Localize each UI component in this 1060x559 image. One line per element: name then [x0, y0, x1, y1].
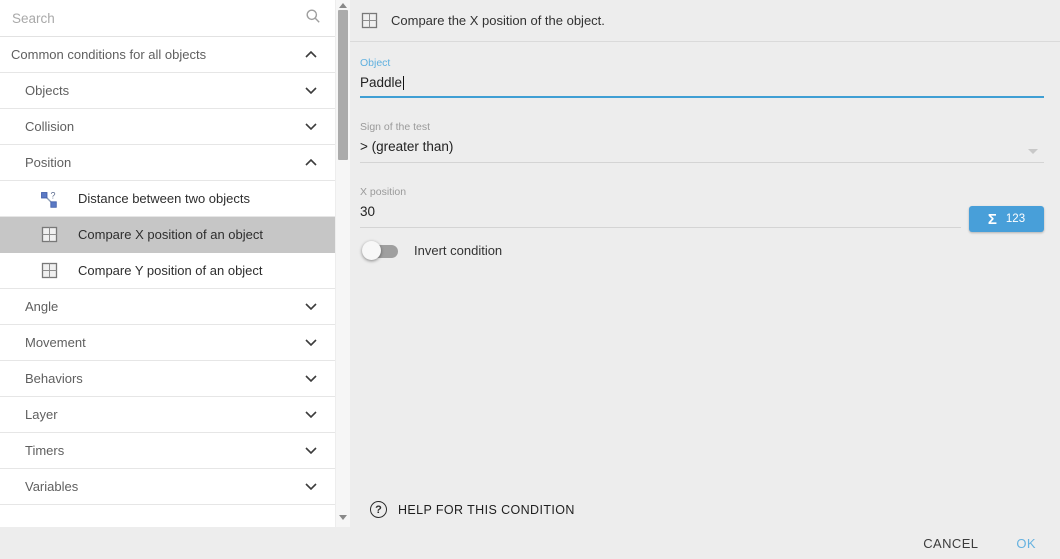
sidebar-item-label: Movement [25, 335, 86, 350]
expression-editor-button[interactable]: Σ 123 [969, 206, 1044, 232]
help-button[interactable]: ? HELP FOR THIS CONDITION [360, 501, 575, 518]
sidebar-item-label: Layer [25, 407, 58, 422]
sidebar-item-label: Angle [25, 299, 58, 314]
invert-condition-toggle[interactable] [362, 241, 400, 260]
distance-icon: ? [40, 190, 58, 208]
condition-editor-panel: Compare the X position of the object. Ob… [350, 0, 1060, 527]
x-position-input-value: 30 [360, 204, 375, 219]
chevron-up-icon [305, 51, 317, 58]
scrollbar-thumb[interactable] [338, 10, 348, 160]
ok-button[interactable]: OK [1016, 536, 1036, 551]
condition-form: Object Paddle Sign of the test > (greate… [350, 42, 1060, 527]
chevron-down-icon [305, 375, 317, 382]
text-cursor [403, 76, 404, 90]
sidebar-item-collision[interactable]: Collision [0, 109, 335, 145]
sign-select[interactable]: > (greater than) [360, 139, 1044, 163]
object-input-value: Paddle [360, 75, 402, 90]
sign-field-label: Sign of the test [360, 121, 1044, 133]
scrollbar-down-arrow-icon[interactable] [339, 515, 347, 520]
sidebar-item-label: Common conditions for all objects [11, 47, 206, 62]
sidebar-item-behaviors[interactable]: Behaviors [0, 361, 335, 397]
chevron-down-icon [305, 339, 317, 346]
sidebar-item-label: Behaviors [25, 371, 83, 386]
x-position-field-group: X position 30 Σ 123 [360, 186, 1044, 228]
chevron-down-icon [305, 411, 317, 418]
compare-position-icon [40, 226, 58, 244]
sidebar-item-distance-between-two-objects[interactable]: ? Distance between two objects [0, 181, 335, 217]
chevron-down-icon [305, 447, 317, 454]
x-position-field-label: X position [360, 186, 1044, 198]
x-position-input[interactable]: 30 [360, 204, 961, 228]
chevron-down-icon [305, 303, 317, 310]
cancel-button[interactable]: CANCEL [923, 536, 978, 551]
invert-condition-row: Invert condition [360, 241, 1044, 260]
condition-title: Compare the X position of the object. [391, 13, 605, 28]
conditions-sidebar: Common conditions for all objects Object… [0, 0, 335, 527]
sidebar-item-compare-x-position[interactable]: Compare X position of an object [0, 217, 335, 253]
sidebar-item-compare-y-position[interactable]: Compare Y position of an object [0, 253, 335, 289]
chevron-down-icon [305, 87, 317, 94]
help-button-label: HELP FOR THIS CONDITION [398, 503, 575, 517]
sidebar-item-label: Compare X position of an object [78, 227, 263, 242]
compare-position-icon [40, 262, 58, 280]
svg-text:?: ? [51, 190, 56, 200]
object-field-label: Object [360, 57, 1044, 69]
sidebar-item-angle[interactable]: Angle [0, 289, 335, 325]
sigma-icon: Σ [988, 211, 997, 228]
condition-header: Compare the X position of the object. [350, 0, 1060, 42]
sidebar-item-movement[interactable]: Movement [0, 325, 335, 361]
compare-position-icon [361, 12, 378, 29]
object-input[interactable]: Paddle [360, 75, 1044, 98]
sidebar-item-label: Position [25, 155, 71, 170]
dialog-actions: CANCEL OK [0, 527, 1060, 559]
dropdown-arrow-icon [1028, 149, 1038, 154]
search-bar [0, 0, 335, 37]
sidebar-item-label: Distance between two objects [78, 191, 250, 206]
search-icon [305, 8, 321, 29]
sidebar-item-variables[interactable]: Variables [0, 469, 335, 505]
object-field-group: Object Paddle [360, 57, 1044, 98]
sidebar-scrollbar[interactable] [335, 0, 350, 527]
invert-condition-label: Invert condition [414, 243, 502, 258]
sidebar-item-label: Collision [25, 119, 74, 134]
toggle-knob [362, 241, 381, 260]
sidebar-item-objects[interactable]: Objects [0, 73, 335, 109]
sidebar-item-label: Compare Y position of an object [78, 263, 263, 278]
search-input[interactable] [12, 11, 305, 26]
help-question-icon: ? [370, 501, 387, 518]
chevron-down-icon [305, 123, 317, 130]
sign-select-value: > (greater than) [360, 139, 453, 154]
chevron-up-icon [305, 159, 317, 166]
sidebar-item-label: Variables [25, 479, 78, 494]
sign-field-group: Sign of the test > (greater than) [360, 121, 1044, 163]
sidebar-item-position[interactable]: Position [0, 145, 335, 181]
sidebar-item-timers[interactable]: Timers [0, 433, 335, 469]
scrollbar-up-arrow-icon[interactable] [339, 3, 347, 8]
sidebar-item-label: Timers [25, 443, 64, 458]
sidebar-item-common-conditions[interactable]: Common conditions for all objects [0, 37, 335, 73]
chevron-down-icon [305, 483, 317, 490]
expression-123-label: 123 [1006, 213, 1025, 225]
sidebar-item-label: Objects [25, 83, 69, 98]
sidebar-item-layer[interactable]: Layer [0, 397, 335, 433]
